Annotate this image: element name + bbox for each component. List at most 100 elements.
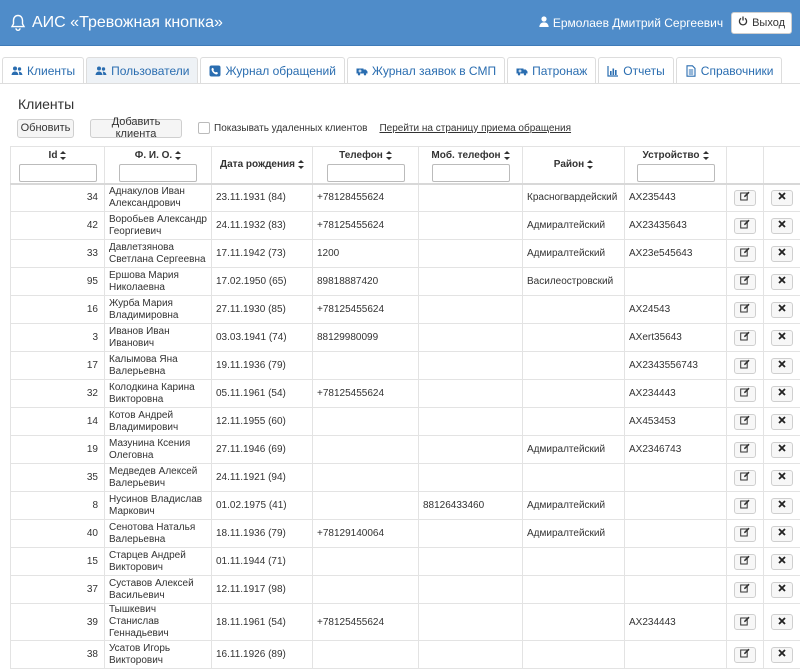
delete-button[interactable] (771, 330, 793, 346)
edit-button[interactable] (734, 526, 756, 542)
delete-icon (778, 649, 786, 660)
clients-table: Id Ф. И. О. Дата рождения Телефон Моб. т… (10, 146, 800, 669)
cell-edit (727, 464, 764, 492)
delete-button[interactable] (771, 190, 793, 206)
table-row[interactable]: 14Котов Андрей Владимирович12.11.1955 (6… (11, 408, 800, 436)
table-row[interactable]: 40Сенотова Наталья Валерьевна18.11.1936 … (11, 520, 800, 548)
tab-users[interactable]: Пользователи (86, 57, 198, 83)
cell-phone: +78129140064 (313, 520, 419, 548)
cell-phone: 88129980099 (313, 324, 419, 352)
col-phone[interactable]: Телефон (313, 147, 419, 184)
delete-button[interactable] (771, 442, 793, 458)
tab-patronage[interactable]: Патронаж (507, 57, 596, 83)
delete-button[interactable] (771, 498, 793, 514)
tab-requests-log[interactable]: Журнал обращений (200, 57, 344, 83)
add-client-button[interactable]: Добавить клиента (90, 119, 182, 138)
delete-button[interactable] (771, 246, 793, 262)
table-row[interactable]: 15Старцев Андрей Викторович01.11.1944 (7… (11, 548, 800, 576)
table-row[interactable]: 17Калымова Яна Валерьевна19.11.1936 (79)… (11, 352, 800, 380)
cell-mobile (419, 464, 523, 492)
cell-mobile (419, 520, 523, 548)
delete-button[interactable] (771, 302, 793, 318)
edit-icon (740, 219, 750, 232)
logout-button[interactable]: Выход (731, 12, 792, 34)
edit-button[interactable] (734, 614, 756, 630)
cell-birth: 18.11.1936 (79) (212, 520, 313, 548)
col-district[interactable]: Район (523, 147, 625, 184)
table-row[interactable]: 95Ершова Мария Николаевна17.02.1950 (65)… (11, 268, 800, 296)
refresh-button[interactable]: Обновить (17, 119, 74, 138)
users-icon (11, 65, 23, 77)
delete-button[interactable] (771, 554, 793, 570)
tab-smp-requests[interactable]: Журнал заявок в СМП (347, 57, 505, 83)
ambulance-icon (516, 65, 528, 77)
table-row[interactable]: 42Воробьев Александр Георгиевич24.11.193… (11, 212, 800, 240)
delete-button[interactable] (771, 582, 793, 598)
user-name[interactable]: Ермолаев Дмитрий Сергеевич (539, 16, 723, 30)
cell-birth: 01.02.1975 (41) (212, 492, 313, 520)
table-row[interactable]: 32Колодкина Карина Викторовна05.11.1961 … (11, 380, 800, 408)
table-row[interactable]: 8Нусинов Владислав Маркович01.02.1975 (4… (11, 492, 800, 520)
col-id[interactable]: Id (11, 147, 105, 184)
show-deleted-checkbox[interactable] (198, 122, 210, 134)
edit-button[interactable] (734, 358, 756, 374)
tab-directories[interactable]: Справочники (676, 57, 783, 83)
cell-id: 33 (11, 240, 105, 268)
tab-clients[interactable]: Клиенты (2, 57, 84, 83)
col-mobile[interactable]: Моб. телефон (419, 147, 523, 184)
cell-delete (764, 352, 800, 380)
edit-button[interactable] (734, 442, 756, 458)
cell-name: Колодкина Карина Викторовна (105, 380, 212, 408)
table-row[interactable]: 33Давлетзянова Светлана Сергеевна17.11.1… (11, 240, 800, 268)
table-row[interactable]: 34Аднакулов Иван Александрович23.11.1931… (11, 184, 800, 212)
filter-id-input[interactable] (19, 164, 97, 182)
table-row[interactable]: 3Иванов Иван Иванович03.03.1941 (74)8812… (11, 324, 800, 352)
cell-id: 35 (11, 464, 105, 492)
col-birth[interactable]: Дата рождения (212, 147, 313, 184)
cell-mobile (419, 604, 523, 641)
edit-button[interactable] (734, 582, 756, 598)
tab-label: Пользователи (111, 64, 189, 78)
filter-device-input[interactable] (637, 164, 715, 182)
table-row[interactable]: 16Журба Мария Владимировна27.11.1930 (85… (11, 296, 800, 324)
edit-button[interactable] (734, 554, 756, 570)
filter-phone-input[interactable] (327, 164, 405, 182)
table-row[interactable]: 19Мазунина Ксения Олеговна27.11.1946 (69… (11, 436, 800, 464)
tab-reports[interactable]: Отчеты (598, 57, 673, 83)
edit-button[interactable] (734, 218, 756, 234)
cell-district (523, 464, 625, 492)
filter-mobile-input[interactable] (432, 164, 510, 182)
col-name[interactable]: Ф. И. О. (105, 147, 212, 184)
delete-button[interactable] (771, 470, 793, 486)
cell-id: 42 (11, 212, 105, 240)
table-row[interactable]: 38Усатов Игорь Викторович16.11.1926 (89) (11, 641, 800, 669)
table-row[interactable]: 39Тышкевич Станислав Геннадьевич18.11.19… (11, 604, 800, 641)
tab-label: Патронаж (532, 64, 587, 78)
delete-button[interactable] (771, 414, 793, 430)
edit-button[interactable] (734, 386, 756, 402)
cell-id: 95 (11, 268, 105, 296)
edit-button[interactable] (734, 470, 756, 486)
show-deleted-toggle[interactable]: Показывать удаленных клиентов (198, 122, 367, 134)
edit-button[interactable] (734, 246, 756, 262)
edit-button[interactable] (734, 274, 756, 290)
edit-button[interactable] (734, 414, 756, 430)
filter-name-input[interactable] (119, 164, 197, 182)
delete-button[interactable] (771, 614, 793, 630)
cell-delete (764, 324, 800, 352)
edit-button[interactable] (734, 647, 756, 663)
delete-button[interactable] (771, 218, 793, 234)
edit-button[interactable] (734, 498, 756, 514)
delete-button[interactable] (771, 358, 793, 374)
delete-button[interactable] (771, 526, 793, 542)
edit-button[interactable] (734, 190, 756, 206)
edit-button[interactable] (734, 302, 756, 318)
delete-button[interactable] (771, 386, 793, 402)
table-row[interactable]: 35Медведев Алексей Валерьевич24.11.1921 … (11, 464, 800, 492)
table-row[interactable]: 37Суставов Алексей Васильевич12.11.1917 … (11, 576, 800, 604)
delete-button[interactable] (771, 647, 793, 663)
goto-requests-link[interactable]: Перейти на страницу приема обращения (379, 123, 571, 134)
col-device[interactable]: Устройство (625, 147, 727, 184)
delete-button[interactable] (771, 274, 793, 290)
edit-button[interactable] (734, 330, 756, 346)
